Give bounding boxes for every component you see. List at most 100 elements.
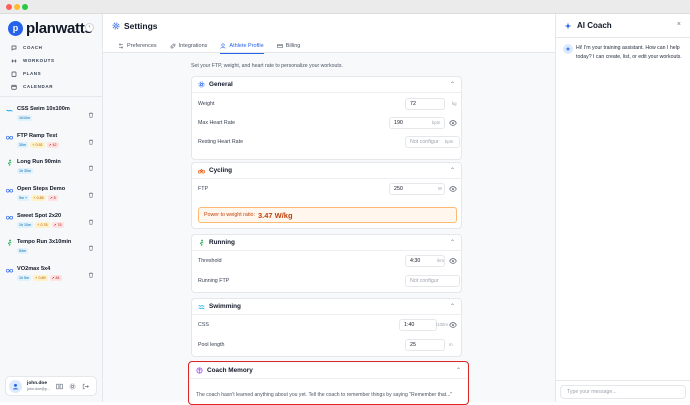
sidebar-item-workouts[interactable]: WORKOUTS	[8, 54, 96, 67]
tab-label: Integrations	[178, 42, 208, 49]
ratio-label: Power to weight ratio:	[204, 212, 255, 218]
close-icon[interactable]: ×	[677, 21, 681, 28]
ftp-unit: W	[438, 186, 443, 191]
coach-memory-header[interactable]: Coach Memory ⌃	[190, 363, 467, 379]
tab-label: Preferences	[127, 42, 157, 49]
workout-item[interactable]: Sweet Spot 2x20 1h 10m ⚡ 0.78 ↗ 78	[6, 212, 97, 240]
chat-input[interactable]: Type your message...	[560, 385, 686, 399]
tab-label: Athlete Profile	[229, 42, 264, 49]
chevron-up-icon[interactable]: ⌃	[450, 167, 455, 174]
general-card: General ⌃ Weight 72 kg Max Heart Rate 19…	[191, 76, 462, 160]
workout-title: VO2max 5x4	[17, 266, 51, 273]
power-to-weight-banner: Power to weight ratio: 3.47 W/kg	[198, 207, 457, 223]
page-title: Settings	[124, 21, 158, 31]
zoom-window-button[interactable]	[22, 4, 28, 10]
coach-title: AI Coach	[577, 21, 612, 30]
tss-badge: ↗ 42	[46, 141, 59, 148]
ftp-field[interactable]: 250	[389, 183, 445, 195]
workout-item[interactable]: Tempo Run 3x10min 54m	[7, 239, 97, 266]
workout-item[interactable]: FTP Ramp Test 30m ⚡ 0.92 ↗ 42	[6, 133, 97, 160]
threshold-row: Threshold 4:30 /km	[198, 255, 457, 267]
ai-coach-panel: AI Coach × Hi! I'm your training assista…	[555, 14, 690, 402]
section-title: Coach Memory	[207, 367, 253, 374]
trash-icon[interactable]	[88, 219, 94, 225]
collapse-sidebar-button[interactable]: ‹	[85, 23, 94, 32]
user-icon	[12, 383, 19, 390]
sidebar-item-plans[interactable]: PLANS	[8, 67, 96, 80]
sidebar-item-coach[interactable]: COACH	[8, 41, 96, 54]
eye-icon[interactable]	[449, 119, 457, 127]
general-header[interactable]: General ⌃	[192, 77, 461, 93]
chevron-up-icon[interactable]: ⌃	[450, 81, 455, 88]
trash-icon[interactable]	[88, 112, 94, 118]
trash-icon[interactable]	[88, 165, 94, 172]
pool-length-field[interactable]: 25	[405, 339, 445, 351]
logo[interactable]: p planwatts	[8, 19, 93, 37]
sidebar-item-calendar[interactable]: CALENDAR	[8, 80, 96, 93]
tab-integrations[interactable]: Integrations	[170, 38, 208, 53]
book-icon[interactable]	[56, 383, 63, 390]
workout-title: Tempo Run 3x10min	[17, 239, 72, 246]
trash-icon[interactable]	[88, 139, 94, 145]
window-titlebar	[0, 0, 690, 14]
weight-label: Weight	[198, 101, 215, 107]
eye-icon[interactable]	[449, 257, 457, 265]
workout-item[interactable]: CSS Swim 10x100m 1h10m	[6, 106, 97, 133]
trash-icon[interactable]	[88, 245, 94, 252]
user-name: john.doe	[27, 381, 47, 386]
chevron-up-icon[interactable]: ⌃	[456, 367, 461, 374]
tab-billing[interactable]: Billing	[276, 38, 300, 53]
close-window-button[interactable]	[6, 4, 12, 10]
workout-list: CSS Swim 10x100m 1h10m FTP Ramp Test 30m…	[6, 106, 97, 293]
workout-title: Long Run 90min	[17, 159, 61, 166]
trash-icon[interactable]	[88, 192, 94, 198]
workout-title: Open Steps Demo	[17, 186, 66, 193]
gear-icon	[198, 81, 205, 88]
css-field[interactable]: 1:40	[399, 319, 437, 331]
rest-hr-unit: bpm	[445, 139, 454, 144]
eye-icon[interactable]	[449, 321, 457, 329]
running-header[interactable]: Running ⌃	[192, 235, 461, 251]
duration-badge: 54m	[17, 248, 28, 255]
cycling-header[interactable]: Cycling ⌃	[192, 163, 461, 179]
avatar	[9, 380, 22, 393]
section-title: Swimming	[209, 303, 241, 310]
workout-item[interactable]: VO2max 5x4 1h 5m ⚡ 0.89 ↗ 84	[6, 266, 97, 293]
page-header: Settings	[103, 14, 555, 38]
tss-badge: ↗ 8	[47, 195, 58, 202]
logout-icon[interactable]	[82, 383, 89, 390]
bike-icon	[6, 135, 13, 140]
brand-name: planwatts	[26, 19, 93, 37]
pool-length-label: Pool length	[198, 342, 225, 348]
weight-field[interactable]: 72	[405, 98, 445, 110]
running-ftp-row: Running FTP Not configur	[198, 275, 460, 287]
workout-title: Sweet Spot 2x20	[17, 212, 62, 219]
sparkle-icon	[564, 22, 572, 29]
chevron-up-icon[interactable]: ⌃	[450, 303, 455, 310]
duration-badge: 1h 5m	[17, 275, 31, 282]
chevron-up-icon[interactable]: ⌃	[450, 239, 455, 246]
tab-preferences[interactable]: Preferences	[118, 38, 157, 53]
person-icon	[220, 42, 226, 49]
swimming-header[interactable]: Swimming ⌃	[192, 299, 461, 315]
workout-item[interactable]: Open Steps Demo 5m + ⚡ 0.85 ↗ 8	[6, 186, 97, 213]
tss-badge: ↗ 84	[49, 275, 62, 282]
ftp-label: FTP	[198, 186, 209, 192]
weight-row: Weight 72 kg	[198, 98, 457, 110]
bike-icon	[6, 188, 13, 193]
tab-athlete-profile[interactable]: Athlete Profile	[220, 38, 264, 54]
settings-tabs: Preferences Integrations Athlete Profile…	[103, 38, 555, 54]
ratio-value: 3.47 W/kg	[257, 210, 293, 220]
run-icon	[199, 239, 204, 246]
eye-icon[interactable]	[449, 185, 457, 193]
running-ftp-field[interactable]: Not configur	[405, 275, 460, 287]
workout-item[interactable]: Long Run 90min 1h 30m	[7, 159, 97, 186]
user-card[interactable]: john.doe john.doe@p...	[5, 376, 97, 396]
bike-icon	[6, 268, 13, 273]
tss-badge: ↗ 78	[51, 221, 64, 228]
rest-hr-label: Resting Heart Rate	[198, 139, 244, 145]
trash-icon[interactable]	[88, 272, 94, 278]
minimize-window-button[interactable]	[14, 4, 20, 10]
gear-icon[interactable]	[69, 383, 76, 390]
coach-memory-card: Coach Memory ⌃ The coach hasn't learned …	[188, 361, 469, 405]
